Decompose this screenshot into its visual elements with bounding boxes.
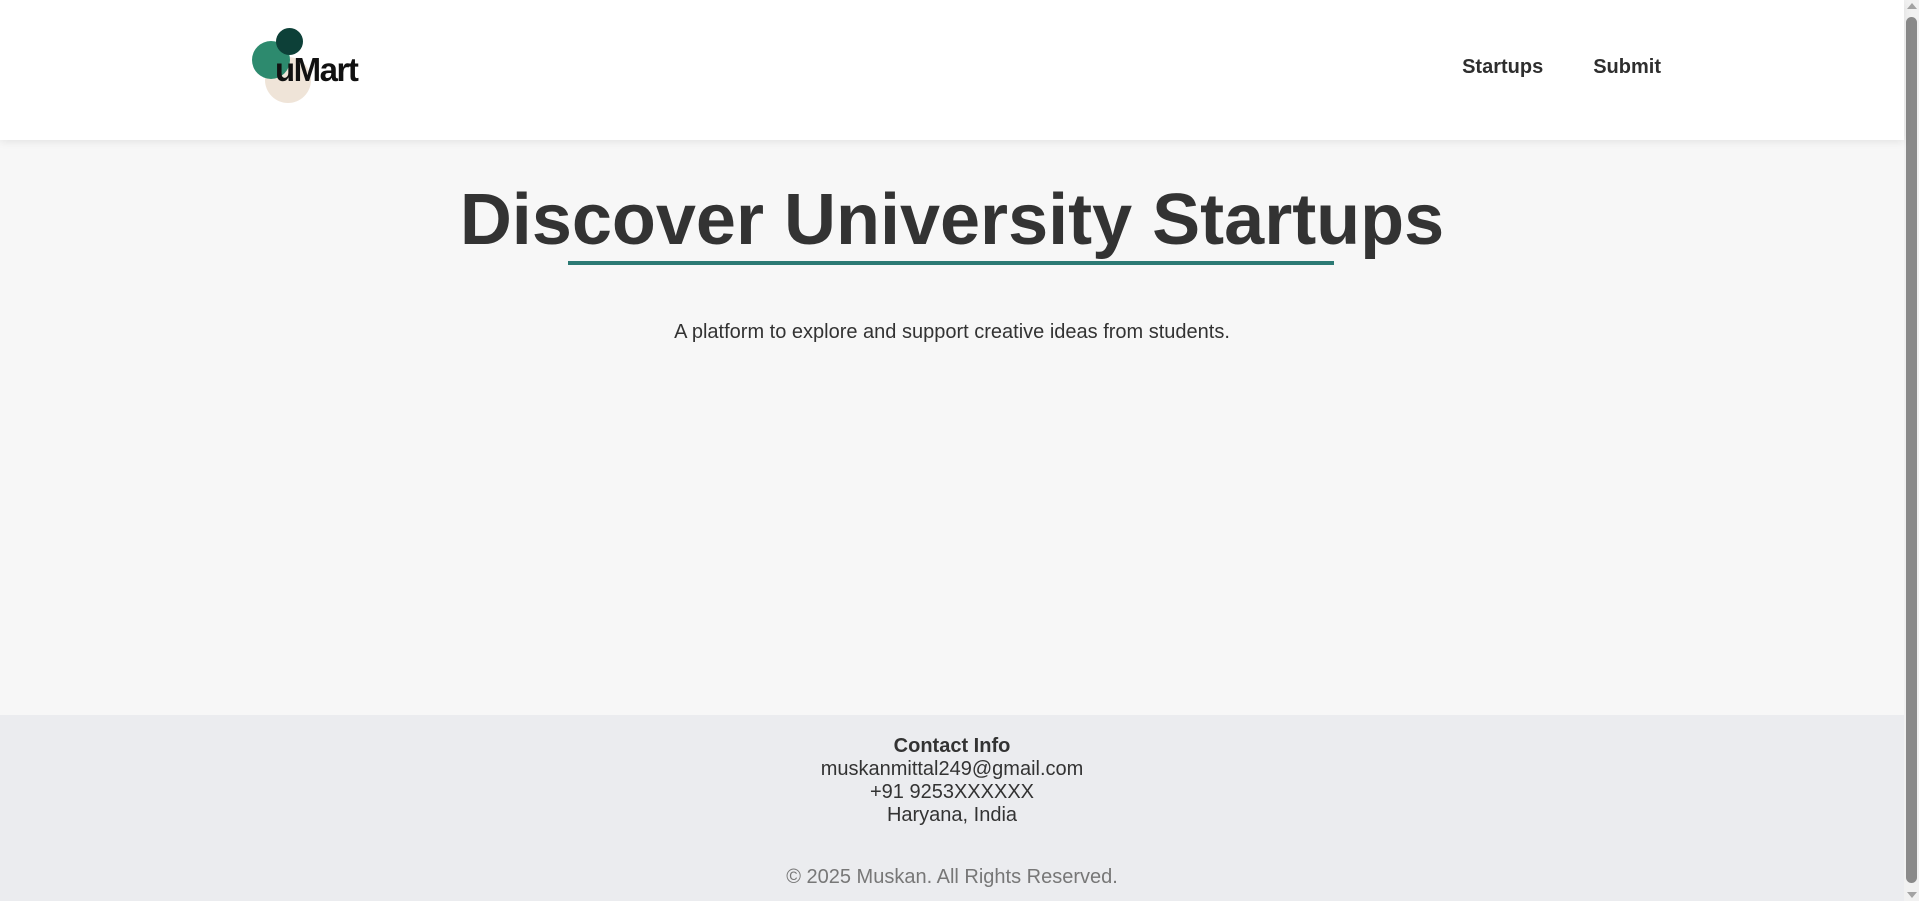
scrollbar-thumb[interactable] <box>1906 17 1917 883</box>
vertical-scrollbar[interactable] <box>1904 0 1919 901</box>
scroll-down-arrow-icon[interactable] <box>1907 892 1917 898</box>
site-logo[interactable]: uMart <box>248 26 378 106</box>
nav-link-submit[interactable]: Submit <box>1593 56 1661 79</box>
hero-title-underline <box>568 261 1334 265</box>
logo-text: uMart <box>275 51 359 88</box>
contact-email: muskanmittal249@gmail.com <box>820 758 1084 780</box>
main-nav: Startups Submit <box>1462 56 1661 79</box>
contact-location: Haryana, India <box>886 804 1018 826</box>
site-footer: Contact Info muskanmittal249@gmail.com +… <box>0 715 1904 901</box>
contact-heading: Contact Info <box>893 735 1011 757</box>
nav-link-startups[interactable]: Startups <box>1462 56 1543 79</box>
hero-subtitle: A platform to explore and support creati… <box>674 321 1230 343</box>
hero-title: Discover University Startups <box>459 180 1445 260</box>
contact-phone: +91 9253XXXXXX <box>869 781 1034 803</box>
scroll-up-arrow-icon[interactable] <box>1907 3 1917 9</box>
site-header: uMart Startups Submit <box>0 0 1904 140</box>
copyright-text: © 2025 Muskan. All Rights Reserved. <box>786 866 1118 888</box>
